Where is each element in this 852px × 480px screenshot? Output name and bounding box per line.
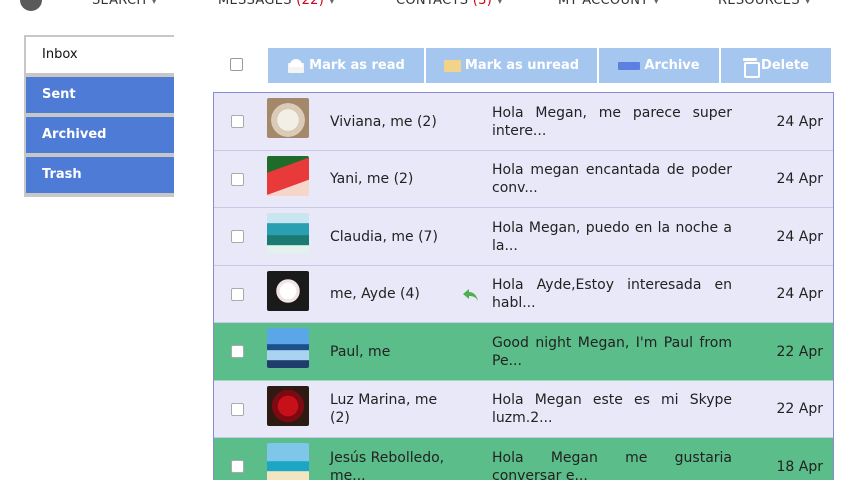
- message-snippet: Good night Megan, I'm Paul from Pe...: [492, 334, 732, 369]
- nav-item-messages[interactable]: MESSAGES (22) ▾: [218, 0, 335, 8]
- mark-as-unread-button[interactable]: Mark as unread: [426, 48, 597, 83]
- trash-icon: [743, 57, 761, 78]
- message-date: 22 Apr: [776, 401, 823, 417]
- table-row[interactable]: Luz Marina, me (2) Hola Megan este es mi…: [214, 380, 833, 438]
- row-checkbox[interactable]: [231, 402, 244, 416]
- folder-list: Inbox Sent Archived Trash: [24, 35, 174, 197]
- message-snippet: Hola Megan este es mi Skype luzm.2...: [492, 392, 732, 426]
- select-all-checkbox[interactable]: [230, 58, 243, 71]
- chevron-down-icon: ▾: [653, 0, 660, 7]
- message-date: 24 Apr: [776, 113, 823, 130]
- nav-count-badge: (22): [296, 0, 325, 8]
- avatar: [267, 443, 309, 480]
- replied-arrow-icon: [462, 287, 480, 301]
- table-row[interactable]: me, Ayde (4) Hola Ayde,Estoy interesada …: [214, 265, 833, 323]
- message-sender: Luz Marina, me (2): [330, 392, 438, 426]
- folder-inbox[interactable]: Inbox: [26, 37, 174, 73]
- message-date: 18 Apr: [776, 458, 823, 475]
- nav-label: MESSAGES: [218, 0, 292, 8]
- table-row[interactable]: Viviana, me (2) Hola Megan, me parece su…: [214, 93, 833, 151]
- message-snippet: Hola Megan, me parece super intere...: [492, 104, 732, 139]
- table-row[interactable]: Paul, me Good night Megan, I'm Paul from…: [214, 323, 833, 381]
- message-sender: Viviana, me (2): [330, 113, 437, 130]
- mark-as-unread-label: Mark as unread: [464, 58, 580, 73]
- nav-item-contacts[interactable]: CONTACTS (3) ▾: [396, 0, 503, 8]
- top-navigation: SEARCH ▾ MESSAGES (22) ▾ CONTACTS (3) ▾ MY …: [0, 0, 852, 14]
- table-row[interactable]: Yani, me (2) Hola megan encantada de pod…: [214, 150, 833, 208]
- nav-item-my-account[interactable]: MY ACCOUNT ▾: [558, 0, 659, 8]
- table-row[interactable]: Jesús Rebolledo, me... Hola Megan me gus…: [214, 438, 833, 480]
- message-sender: Yani, me (2): [330, 171, 414, 187]
- delete-label: Delete: [761, 58, 809, 73]
- nav-item-resources[interactable]: RESOURCES ▾: [718, 0, 811, 8]
- message-snippet: Hola Megan, puedo en la noche a la...: [492, 219, 732, 254]
- message-list: Viviana, me (2) Hola Megan, me parece su…: [213, 92, 834, 480]
- message-date: 24 Apr: [776, 286, 823, 302]
- message-date: 24 Apr: [776, 228, 823, 245]
- chevron-down-icon: ▾: [804, 0, 811, 7]
- table-row[interactable]: Claudia, me (7) Hola Megan, puedo en la …: [214, 208, 833, 266]
- row-checkbox[interactable]: [231, 287, 244, 301]
- chevron-down-icon: ▾: [151, 0, 158, 7]
- chevron-down-icon: ▾: [497, 0, 503, 7]
- message-sender: Claudia, me (7): [330, 228, 438, 245]
- chevron-down-icon: ▾: [329, 0, 335, 7]
- message-snippet: Hola megan encantada de poder conv...: [492, 162, 732, 196]
- message-sender: Paul, me: [330, 343, 391, 360]
- delete-button[interactable]: Delete: [721, 48, 831, 83]
- folder-sent[interactable]: Sent: [26, 77, 174, 113]
- closed-envelope-icon: [443, 59, 461, 72]
- folder-trash[interactable]: Trash: [26, 157, 174, 193]
- nav-item-search[interactable]: SEARCH ▾: [92, 0, 157, 8]
- avatar: [267, 98, 309, 138]
- avatar: [267, 328, 309, 368]
- nav-label: SEARCH: [92, 0, 147, 8]
- mark-as-read-button[interactable]: Mark as read: [268, 48, 424, 83]
- avatar: [267, 385, 309, 426]
- avatar: [267, 155, 309, 196]
- archive-label: Archive: [644, 58, 700, 73]
- mark-as-read-label: Mark as read: [309, 58, 405, 73]
- row-checkbox[interactable]: [231, 172, 244, 186]
- nav-count-badge: (3): [472, 0, 493, 8]
- site-logo-icon[interactable]: [20, 0, 42, 11]
- row-checkbox[interactable]: [231, 230, 244, 243]
- message-sender: me, Ayde (4): [330, 286, 420, 302]
- message-snippet: Hola Megan me gustaria conversar e...: [492, 449, 732, 480]
- archive-button[interactable]: Archive: [599, 48, 719, 83]
- nav-label: CONTACTS: [396, 0, 469, 8]
- folder-archived[interactable]: Archived: [26, 117, 174, 153]
- message-sender: Jesús Rebolledo, me...: [330, 449, 445, 480]
- message-date: 24 Apr: [776, 171, 823, 187]
- nav-label: RESOURCES: [718, 0, 800, 8]
- avatar: [267, 213, 309, 253]
- message-date: 22 Apr: [776, 343, 823, 360]
- nav-label: MY ACCOUNT: [558, 0, 649, 8]
- open-envelope-icon: [287, 58, 305, 73]
- row-checkbox[interactable]: [231, 115, 244, 128]
- row-checkbox[interactable]: [231, 460, 244, 473]
- row-checkbox[interactable]: [231, 345, 244, 358]
- message-snippet: Hola Ayde,Estoy interesada en habl...: [492, 277, 732, 311]
- archive-icon: [618, 61, 641, 70]
- avatar: [267, 270, 309, 311]
